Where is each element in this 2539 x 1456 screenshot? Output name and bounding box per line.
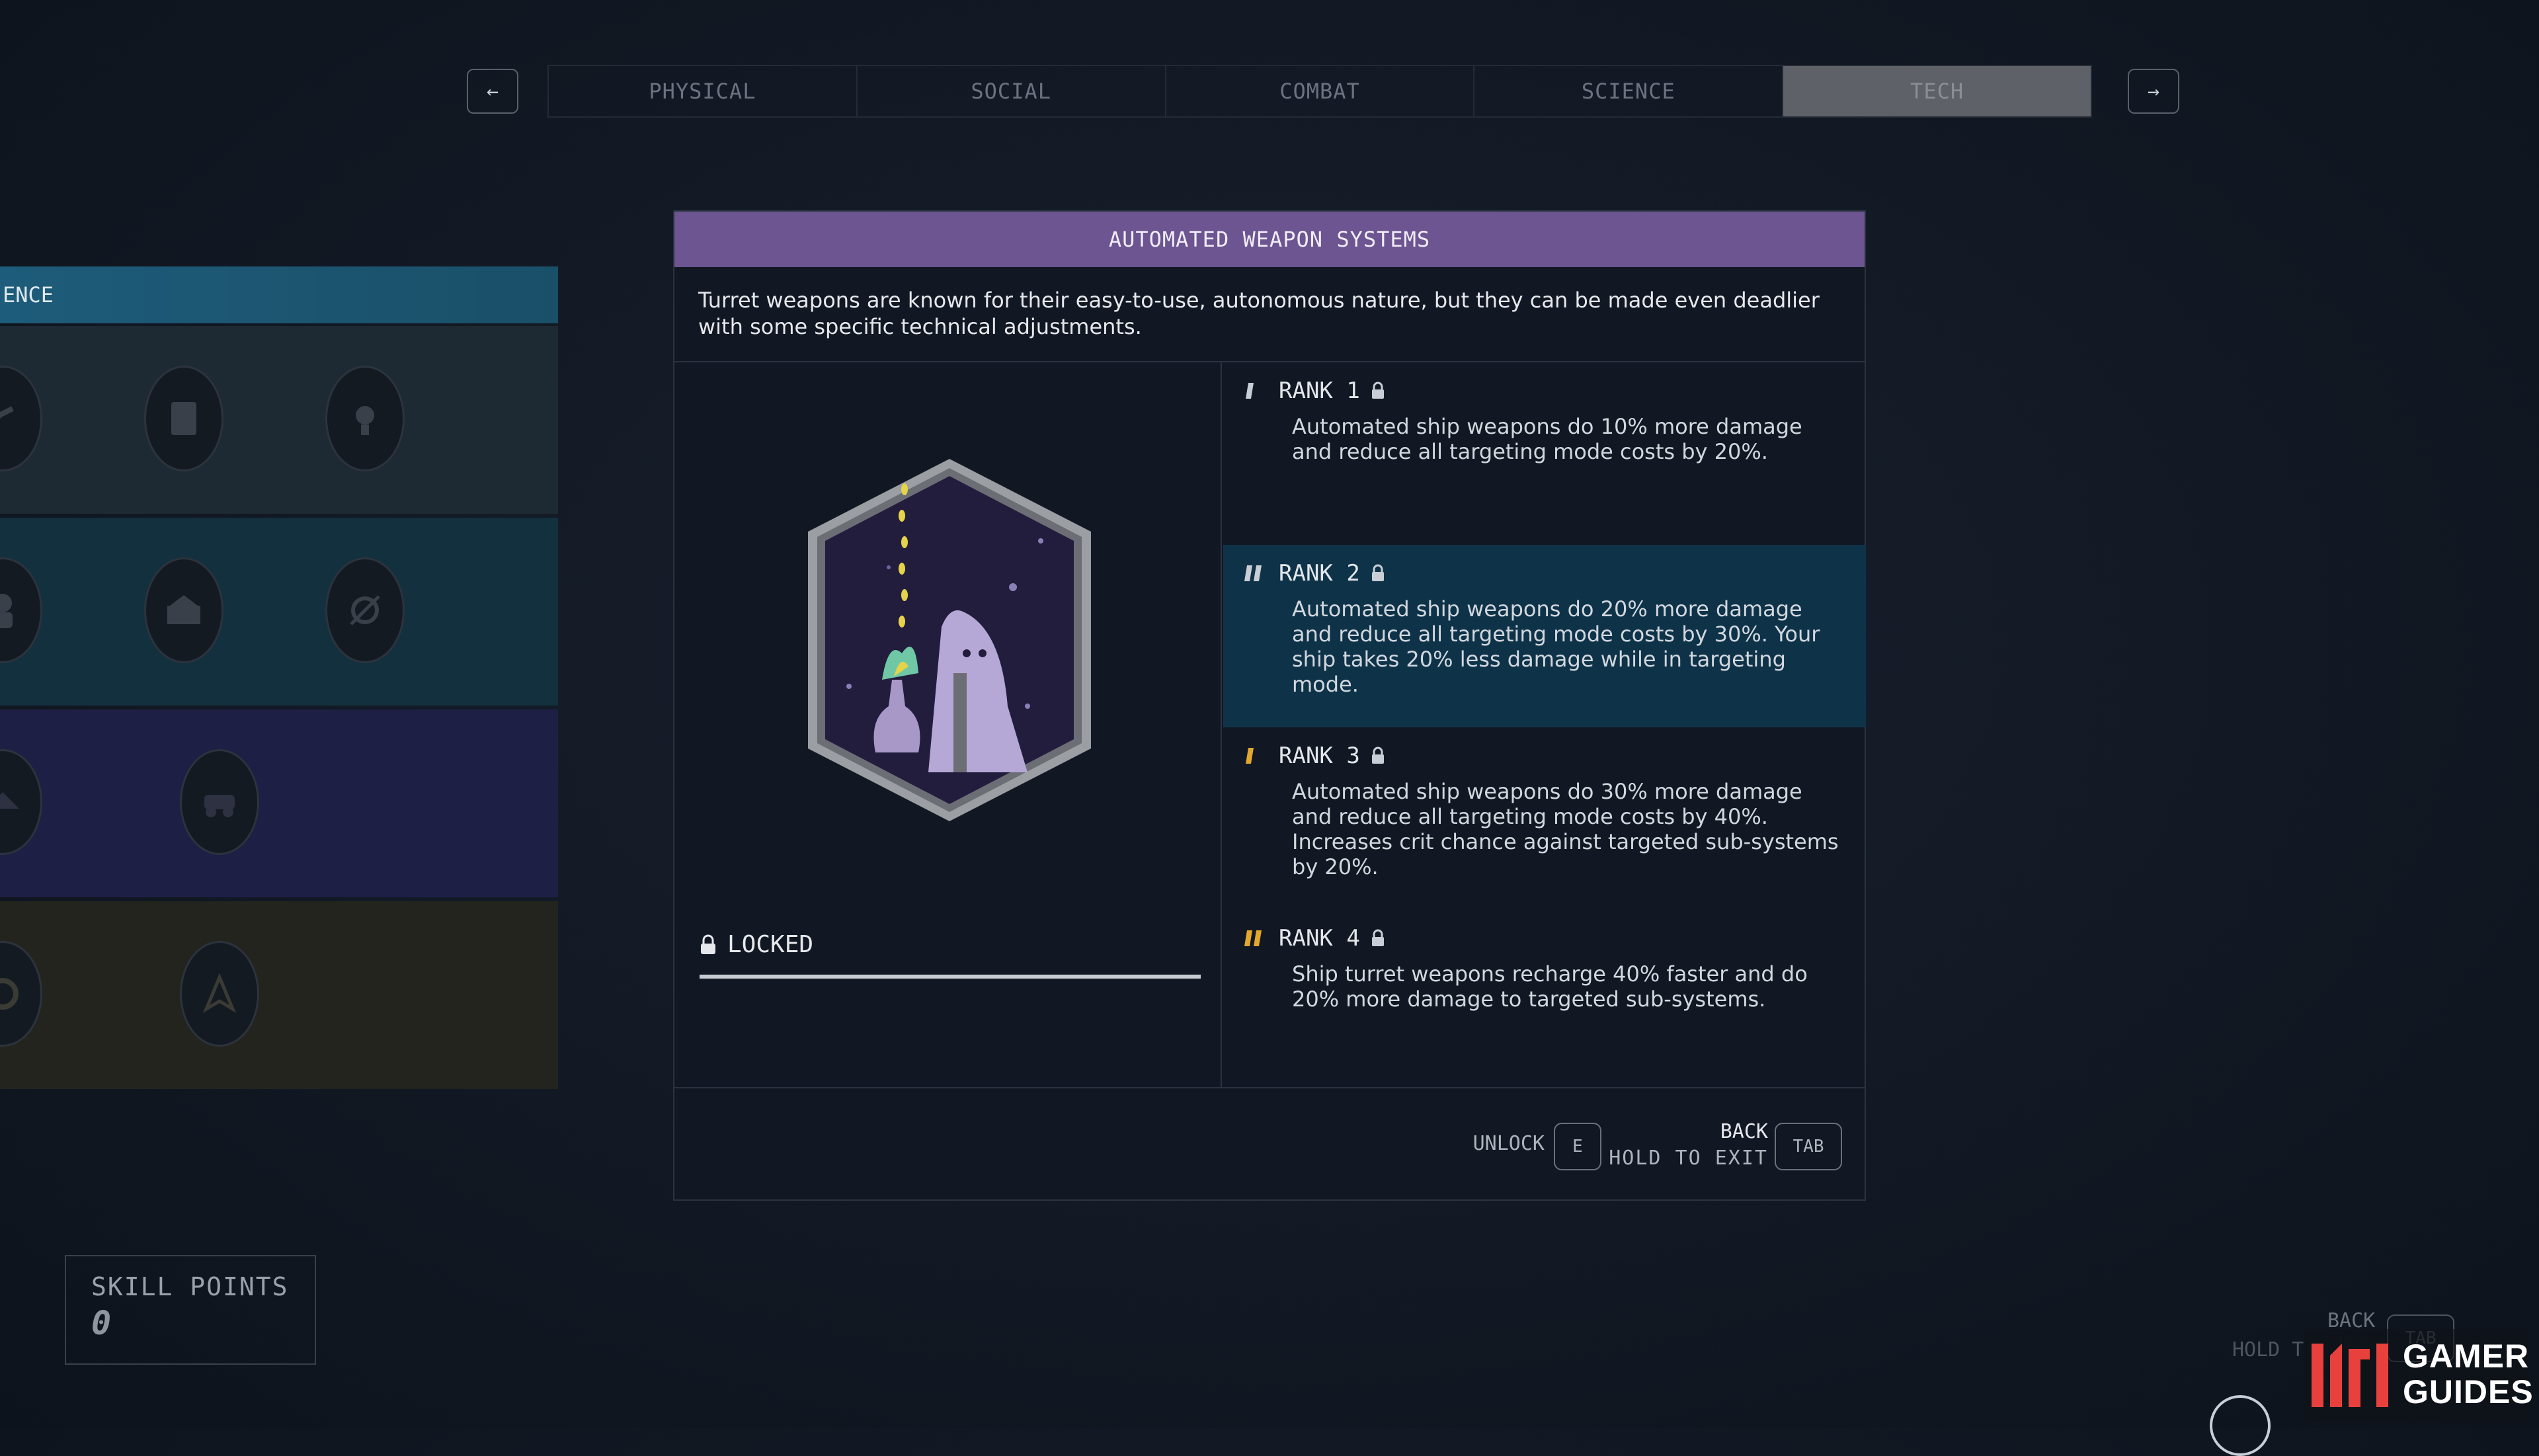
rank-description: Automated ship weapons do 10% more damag…: [1292, 414, 1802, 464]
skill-badge-icon: [808, 459, 1091, 821]
lock-icon: [1371, 929, 1384, 946]
tab-combat[interactable]: COMBAT: [1166, 66, 1475, 116]
rank-label: RANK 2: [1279, 560, 1360, 586]
locked-label: LOCKED: [727, 931, 814, 958]
next-category-button[interactable]: →: [2128, 69, 2179, 114]
badge-area: LOCKED: [674, 362, 1222, 1087]
unlock-label: UNLOCK: [1472, 1132, 1545, 1155]
locked-status: LOCKED: [700, 931, 813, 958]
skill-title: AUTOMATED WEAPON SYSTEMS: [674, 212, 1865, 267]
rank-label: RANK 3: [1279, 743, 1360, 769]
category-tabs: PHYSICAL SOCIAL COMBAT SCIENCE TECH: [547, 65, 2092, 118]
skill-points-value: 0: [91, 1304, 112, 1342]
skill-row-3: [0, 709, 558, 897]
tab-social[interactable]: SOCIAL: [858, 66, 1166, 116]
skill-tree-header: ENCE: [0, 266, 558, 323]
arrow-left-icon: ←: [486, 79, 499, 103]
rank-list: RANK 1 Automated ship weapons do 10% mor…: [1223, 362, 1866, 1087]
astronaut-icon[interactable]: [0, 557, 42, 663]
rank-pip-icon: [1244, 565, 1262, 581]
background-hold-label: HOLD T: [2232, 1338, 2304, 1361]
back-label: BACK: [1720, 1120, 1768, 1143]
unlock-key-button[interactable]: E: [1554, 1123, 1601, 1170]
lock-icon: [1371, 747, 1384, 764]
gear-icon[interactable]: [0, 941, 42, 1047]
hold-exit-label: HOLD TO EXIT: [1609, 1147, 1768, 1170]
rank-2[interactable]: RANK 2 Automated ship weapons do 20% mor…: [1223, 545, 1866, 727]
tab-physical[interactable]: PHYSICAL: [549, 66, 858, 116]
rank-4[interactable]: RANK 4 Ship turret weapons recharge 40% …: [1223, 910, 1866, 1092]
skill-points-box: SKILL POINTS 0: [65, 1255, 316, 1365]
rover-icon[interactable]: [180, 749, 259, 855]
skill-detail-card: AUTOMATED WEAPON SYSTEMS Turret weapons …: [673, 210, 1866, 1201]
rank-description: Automated ship weapons do 30% more damag…: [1292, 779, 1839, 879]
robot-arm-icon[interactable]: [0, 366, 42, 471]
logo-text: GAMER GUIDES: [2403, 1338, 2534, 1410]
rank-pip-icon: [1244, 930, 1262, 946]
rank-label: RANK 4: [1279, 925, 1360, 951]
skill-row-2: [0, 518, 558, 706]
tab-tech[interactable]: TECH: [1783, 66, 2091, 116]
lock-icon: [701, 934, 715, 954]
rank-pip-icon: [1246, 383, 1254, 399]
progress-bar: [700, 975, 1201, 979]
rank-description: Ship turret weapons recharge 40% faster …: [1292, 961, 1808, 1012]
compass-icon[interactable]: [180, 941, 259, 1047]
rank-1[interactable]: RANK 1 Automated ship weapons do 10% mor…: [1223, 362, 1866, 545]
skill-description: Turret weapons are known for their easy-…: [674, 267, 1865, 362]
logo-line-1: GAMER: [2403, 1338, 2530, 1375]
card-footer: UNLOCK E BACK HOLD TO EXIT TAB: [674, 1088, 1865, 1201]
rank-3[interactable]: RANK 3 Automated ship weapons do 30% mor…: [1223, 727, 1866, 910]
weapon-crate-icon[interactable]: [144, 557, 223, 663]
lock-icon: [1371, 564, 1384, 581]
rank-label: RANK 1: [1279, 378, 1360, 404]
prev-category-button[interactable]: ←: [467, 69, 518, 114]
back-control: BACK HOLD TO EXIT: [1609, 1119, 1768, 1172]
datapad-icon[interactable]: [144, 366, 223, 471]
lightbulb-signal-icon[interactable]: [325, 366, 405, 471]
skill-row-4: [0, 901, 558, 1089]
rank-description: Automated ship weapons do 20% more damag…: [1292, 596, 1820, 697]
logo-line-2: GUIDES: [2403, 1373, 2534, 1410]
rank-pip-icon: [1246, 748, 1254, 764]
arrow-right-icon: →: [2147, 79, 2160, 103]
ship-icon[interactable]: [0, 749, 42, 855]
tab-science[interactable]: SCIENCE: [1474, 66, 1784, 116]
skill-points-label: SKILL POINTS: [91, 1272, 289, 1301]
skill-body: LOCKED RANK 1 Automated ship weapons do …: [674, 362, 1866, 1088]
back-key-button[interactable]: TAB: [1775, 1123, 1842, 1170]
hold-progress-circle: [2210, 1395, 2271, 1456]
skill-row-1: [0, 326, 558, 514]
lock-icon: [1371, 382, 1384, 399]
orbit-target-icon[interactable]: [325, 557, 405, 663]
